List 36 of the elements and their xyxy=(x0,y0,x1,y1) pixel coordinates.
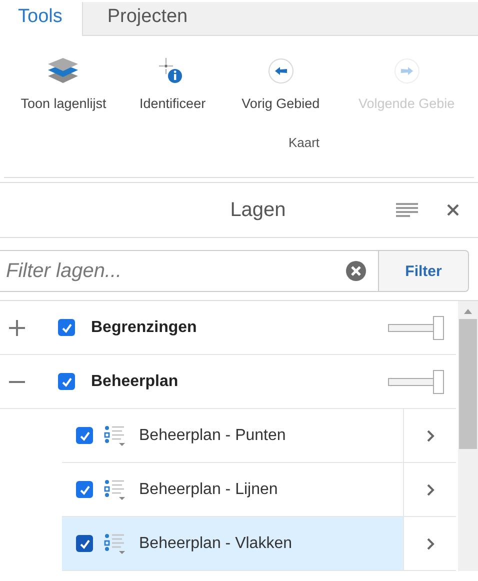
clear-icon[interactable] xyxy=(345,260,367,282)
scroll-up-icon[interactable] xyxy=(463,307,473,315)
panel-title: Lagen xyxy=(229,198,287,222)
opacity-slider[interactable] xyxy=(388,316,442,340)
ribbon-tab[interactable]: Projecten xyxy=(83,2,216,36)
check-icon xyxy=(78,430,90,442)
ribbon-group-label: Kaart xyxy=(287,135,321,150)
chevron-icon[interactable] xyxy=(426,428,436,442)
chevron-icon[interactable] xyxy=(426,482,436,496)
legend-icon xyxy=(103,424,127,448)
checkbox[interactable] xyxy=(76,427,93,444)
layer-name: Begrenzingen xyxy=(91,318,198,336)
legend-icon xyxy=(103,478,127,502)
previous-extent-button[interactable]: Vorig Gebied xyxy=(222,56,340,111)
checkbox[interactable] xyxy=(58,373,75,390)
chevron-icon[interactable] xyxy=(426,536,436,550)
layer-name: Beheerplan xyxy=(91,372,180,390)
menu-icon[interactable] xyxy=(396,202,418,218)
filter-button[interactable]: Filter xyxy=(379,250,469,292)
checkbox[interactable] xyxy=(58,319,75,336)
layer-item[interactable]: Beheerplan - Punten xyxy=(62,409,456,463)
close-icon[interactable] xyxy=(446,203,460,217)
check-icon xyxy=(78,484,90,496)
show-layers-button[interactable]: Toon lagenlijst xyxy=(4,56,123,111)
check-icon xyxy=(78,538,90,550)
checkbox[interactable] xyxy=(76,535,93,552)
filter-field[interactable]: Filter lagen... xyxy=(0,250,379,292)
expand-icon[interactable] xyxy=(8,318,26,336)
scrollbar[interactable] xyxy=(458,301,478,571)
identify-button[interactable]: Identificeer xyxy=(122,56,222,111)
layers-icon xyxy=(46,56,80,86)
legend-icon xyxy=(103,532,127,556)
check-icon xyxy=(60,376,72,388)
checkbox[interactable] xyxy=(76,481,93,498)
opacity-slider[interactable] xyxy=(388,370,442,394)
check-icon xyxy=(60,322,72,334)
